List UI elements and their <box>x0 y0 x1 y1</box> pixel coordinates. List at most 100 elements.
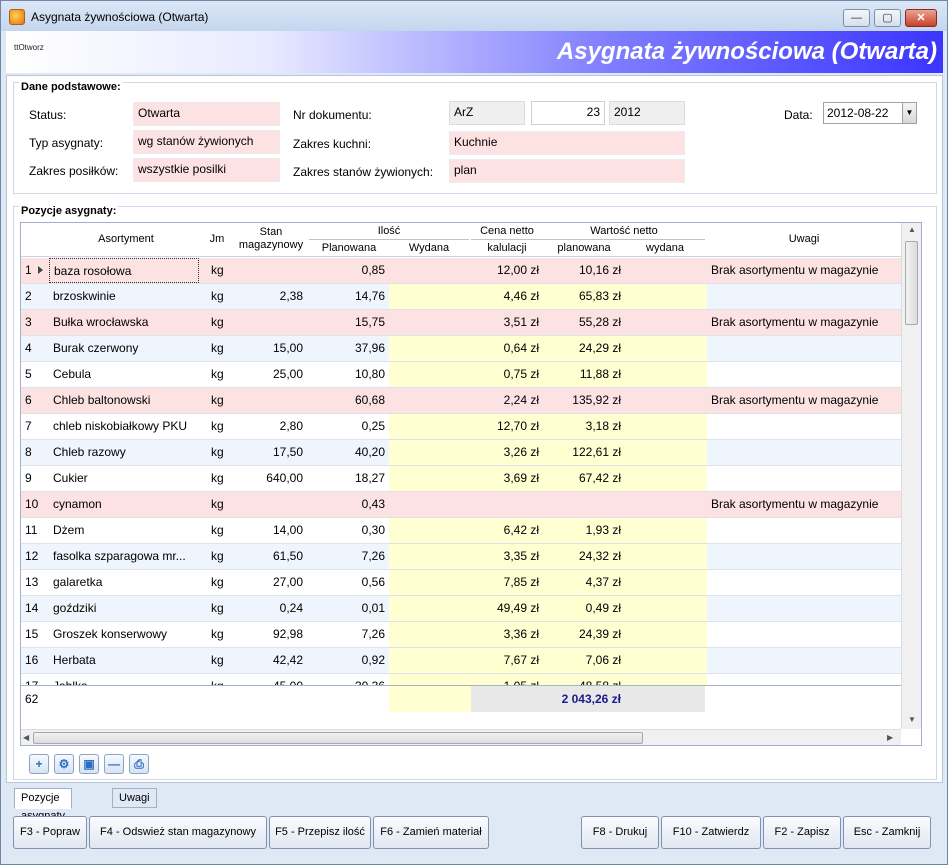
cell-ilosc-planowana[interactable]: 0,43 <box>307 492 389 517</box>
add-row-icon[interactable]: + <box>29 754 49 774</box>
cell-uwagi[interactable] <box>707 440 901 465</box>
cell-uwagi[interactable] <box>707 596 901 621</box>
cell-ilosc-planowana[interactable]: 0,56 <box>307 570 389 595</box>
cell-wartosc-planowana[interactable]: 122,61 zł <box>543 440 625 465</box>
przepisz-ilosc-button[interactable]: F5 - Przepisz ilość <box>269 816 371 849</box>
cell-stan[interactable]: 25,00 <box>235 362 307 387</box>
zamien-material-button[interactable]: F6 - Zamień materiał <box>373 816 489 849</box>
table-row[interactable]: 14 goździki kg 0,24 0,01 49,49 zł 0,49 zł <box>21 596 901 622</box>
drukuj-button[interactable]: F8 - Drukuj <box>581 816 659 849</box>
cell-uwagi[interactable] <box>707 518 901 543</box>
cell-wartosc-wydana[interactable] <box>625 570 707 595</box>
cell-cena[interactable]: 3,35 zł <box>471 544 543 569</box>
table-row[interactable]: 9 Cukier kg 640,00 18,27 3,69 zł 67,42 zł <box>21 466 901 492</box>
cell-stan[interactable]: 92,98 <box>235 622 307 647</box>
cell-asortyment[interactable]: Chleb baltonowski <box>49 388 199 413</box>
cell-wartosc-planowana[interactable]: 1,93 zł <box>543 518 625 543</box>
cell-wartosc-wydana[interactable] <box>625 596 707 621</box>
cell-cena[interactable]: 12,70 zł <box>471 414 543 439</box>
cell-cena[interactable]: 0,64 zł <box>471 336 543 361</box>
cell-asortyment[interactable]: Chleb razowy <box>49 440 199 465</box>
zamknij-button[interactable]: Esc - Zamknij <box>843 816 931 849</box>
cell-jm[interactable]: kg <box>207 544 235 569</box>
cell-ilosc-wydana[interactable] <box>389 518 471 543</box>
cell-uwagi[interactable]: Brak asortymentu w magazynie <box>707 388 901 413</box>
row-number[interactable]: 4 <box>21 336 49 361</box>
cell-wartosc-wydana[interactable] <box>625 440 707 465</box>
cell-jm[interactable]: kg <box>207 570 235 595</box>
table-row[interactable]: 8 Chleb razowy kg 17,50 40,20 3,26 zł 122,61 z… <box>21 440 901 466</box>
zakres-posilkow-field[interactable]: wszystkie posilki <box>133 158 280 182</box>
cell-asortyment[interactable]: Bułka wrocławska <box>49 310 199 335</box>
cell-stan[interactable]: 0,24 <box>235 596 307 621</box>
row-number[interactable]: 10 <box>21 492 49 517</box>
cell-ilosc-wydana[interactable] <box>389 336 471 361</box>
row-number[interactable]: 6 <box>21 388 49 413</box>
table-row[interactable]: 3 Bułka wrocławska kg 15,75 3,51 zł 55,28 zł B… <box>21 310 901 336</box>
preview-icon[interactable]: ▣ <box>79 754 99 774</box>
cell-ilosc-planowana[interactable]: 60,68 <box>307 388 389 413</box>
table-row[interactable]: 15 Groszek konserwowy kg 92,98 7,26 3,36 zł 24… <box>21 622 901 648</box>
zakres-stanow-field[interactable]: plan <box>449 159 685 183</box>
table-row[interactable]: 12 fasolka szparagowa mr... kg 61,50 7,26 3,3… <box>21 544 901 570</box>
popraw-button[interactable]: F3 - Popraw <box>13 816 87 849</box>
cell-ilosc-planowana[interactable]: 18,27 <box>307 466 389 491</box>
cell-jm[interactable]: kg <box>207 518 235 543</box>
cell-uwagi[interactable] <box>707 622 901 647</box>
scroll-up-icon[interactable]: ▲ <box>908 225 916 234</box>
row-number[interactable]: 11 <box>21 518 49 543</box>
cell-ilosc-planowana[interactable]: 0,92 <box>307 648 389 673</box>
cell-ilosc-wydana[interactable] <box>389 544 471 569</box>
row-number[interactable]: 9 <box>21 466 49 491</box>
cell-asortyment[interactable]: Herbata <box>49 648 199 673</box>
cell-cena[interactable]: 4,46 zł <box>471 284 543 309</box>
table-row[interactable]: 16 Herbata kg 42,42 0,92 7,67 zł 7,06 zł <box>21 648 901 674</box>
cell-asortyment[interactable]: Dżem <box>49 518 199 543</box>
cell-jm[interactable]: kg <box>207 388 235 413</box>
cell-wartosc-wydana[interactable] <box>625 648 707 673</box>
cell-wartosc-planowana[interactable]: 0,49 zł <box>543 596 625 621</box>
col-asortyment[interactable]: Asortyment <box>51 233 201 245</box>
row-number[interactable]: 13 <box>21 570 49 595</box>
row-number[interactable]: 16 <box>21 648 49 673</box>
table-row[interactable]: 2 brzoskwinie kg 2,38 14,76 4,46 zł 65,83 zł <box>21 284 901 310</box>
cell-wartosc-planowana[interactable]: 65,83 zł <box>543 284 625 309</box>
col-jm[interactable]: Jm <box>201 233 233 245</box>
cell-wartosc-planowana[interactable]: 3,18 zł <box>543 414 625 439</box>
cell-jm[interactable]: kg <box>207 596 235 621</box>
cell-ilosc-planowana[interactable]: 10,80 <box>307 362 389 387</box>
cell-ilosc-planowana[interactable]: 0,85 <box>307 258 389 283</box>
cell-cena[interactable]: 49,49 zł <box>471 596 543 621</box>
cell-ilosc-wydana[interactable] <box>389 258 471 283</box>
table-row[interactable]: 4 Burak czerwony kg 15,00 37,96 0,64 zł 24,29 … <box>21 336 901 362</box>
tab-uwagi[interactable]: Uwagi <box>112 788 157 808</box>
cell-wartosc-planowana[interactable]: 55,28 zł <box>543 310 625 335</box>
cell-stan[interactable]: 14,00 <box>235 518 307 543</box>
cell-uwagi[interactable] <box>707 362 901 387</box>
cell-uwagi[interactable] <box>707 466 901 491</box>
cell-cena[interactable]: 7,67 zł <box>471 648 543 673</box>
cell-wartosc-wydana[interactable] <box>625 362 707 387</box>
cell-ilosc-wydana[interactable] <box>389 648 471 673</box>
row-number[interactable]: 1 <box>21 258 49 283</box>
cell-cena[interactable]: 3,36 zł <box>471 622 543 647</box>
cell-stan[interactable]: 640,00 <box>235 466 307 491</box>
cell-uwagi[interactable] <box>707 336 901 361</box>
col-planowana[interactable]: Planowana <box>309 242 389 254</box>
cell-wartosc-planowana[interactable]: 135,92 zł <box>543 388 625 413</box>
positions-grid[interactable]: Asortyment Jm Stan magazynowy Ilość Plan… <box>20 222 922 746</box>
cell-ilosc-planowana[interactable]: 0,25 <box>307 414 389 439</box>
cell-cena[interactable]: 12,00 zł <box>471 258 543 283</box>
cell-ilosc-planowana[interactable]: 40,20 <box>307 440 389 465</box>
status-field[interactable]: Otwarta <box>133 102 280 126</box>
cell-uwagi[interactable] <box>707 648 901 673</box>
cell-asortyment[interactable]: Groszek konserwowy <box>49 622 199 647</box>
cell-stan[interactable]: 42,42 <box>235 648 307 673</box>
scroll-thumb-horizontal[interactable] <box>33 732 643 744</box>
cell-jm[interactable]: kg <box>207 336 235 361</box>
cell-wartosc-wydana[interactable] <box>625 388 707 413</box>
nr-dokumentu-number[interactable]: 23 <box>531 101 605 125</box>
cell-ilosc-planowana[interactable]: 7,26 <box>307 622 389 647</box>
print-icon[interactable]: ⎙ <box>129 754 149 774</box>
cell-asortyment[interactable]: baza rosołowa <box>49 258 199 283</box>
